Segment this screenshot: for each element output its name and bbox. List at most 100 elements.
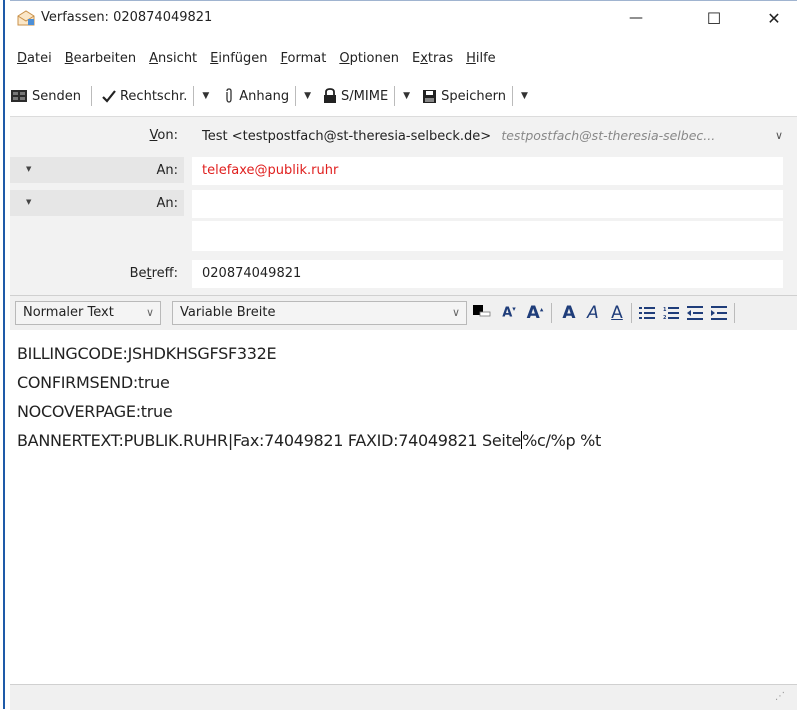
floppy-disk-icon [423,89,437,103]
menu-item[interactable]: Bearbeiten [58,48,142,70]
color-swatch-icon [473,305,491,317]
lock-icon [324,88,337,103]
menu-item[interactable]: Datei [10,48,58,70]
body-line: NOCOVERPAGE:true [17,402,173,421]
to-field-2[interactable] [192,190,783,218]
save-label: Speichern [441,88,506,104]
italic-icon: A [587,303,599,323]
toolbar-separator [295,86,297,106]
save-button[interactable]: Speichern [418,83,510,109]
attach-label: Anhang [239,88,290,104]
chevron-down-icon: ∨ [145,306,154,319]
numbered-list-icon: 12 [663,307,679,320]
toolbar-separator [193,86,195,106]
to-label-2: An: [156,196,178,211]
address-header-area: Von: Test <testpostfach@st-theresia-selb… [10,116,797,295]
toolbar-separator [394,86,396,106]
subject-value: 020874049821 [202,266,302,281]
window-title: Verfassen: 020874049821 [41,10,213,25]
compose-window: Verfassen: 020874049821 — ☐ ✕ Datei Bearb… [10,0,797,710]
smime-label: S/MIME [341,88,389,104]
resize-grip-icon[interactable]: ⋰ [775,691,785,702]
menu-item[interactable]: Optionen [332,48,405,70]
numbered-list-button[interactable]: 12 [661,302,681,324]
status-bar: ⋰ [10,684,797,710]
from-value: Test <testpostfach@st-theresia-selbeck.d… [202,129,492,144]
spellcheck-label: Rechtschr. [119,88,188,104]
smime-dropdown-icon[interactable]: ▼ [397,91,416,101]
bold-button[interactable]: A [559,302,579,324]
underline-icon: A [611,303,623,323]
bold-icon: A [562,303,576,323]
attach-button[interactable]: Anhang [219,83,293,109]
attach-dropdown-icon[interactable]: ▼ [298,91,317,101]
font-smaller-icon: A▾ [502,305,516,321]
format-separator [631,303,632,323]
italic-button[interactable]: A [583,302,603,324]
empty-recipient-field[interactable] [192,221,783,251]
compose-envelope-icon [17,10,35,26]
chevron-down-icon: ∨ [451,306,460,319]
spellcheck-button[interactable]: Rechtschr. [98,83,191,109]
spellcheck-dropdown-icon[interactable]: ▼ [196,91,215,101]
desktop-edge [0,0,8,709]
menu-item[interactable]: Format [274,48,333,70]
close-button[interactable]: ✕ [751,3,797,33]
toolbar-separator [90,86,92,106]
send-button[interactable]: Senden [10,83,85,109]
smime-button[interactable]: S/MIME [319,83,392,109]
indent-button[interactable] [709,302,729,324]
subject-row: Betreff: 020874049821 [10,260,797,288]
svg-text:1: 1 [663,307,667,313]
font-smaller-button[interactable]: A▾ [498,302,520,324]
send-label: Senden [32,88,81,104]
from-label: Von: [149,128,178,143]
save-dropdown-icon[interactable]: ▼ [515,91,534,101]
title-bar: Verfassen: 020874049821 — ☐ ✕ [10,0,797,35]
toolbar-separator [511,86,513,106]
to-row: ▼ An: telefaxe@publik.ruhr [10,157,797,185]
format-separator [734,303,735,323]
body-line: BILLINGCODE:JSHDKHSGFSF332E [17,344,277,363]
checkmark-icon [102,90,116,103]
indent-icon [711,306,727,320]
to-label: An: [156,163,178,178]
font-larger-icon: A▴ [526,303,544,323]
svg-text:2: 2 [663,315,667,320]
compose-toolbar: Senden Rechtschr. ▼ Anhang ▼ S/MIME ▼ Sp… [10,83,797,109]
paperclip-icon [226,88,232,103]
chevron-down-icon: ∨ [774,129,783,142]
paragraph-format-select[interactable]: Normaler Text ∨ [15,301,161,325]
maximize-button[interactable]: ☐ [691,3,737,33]
format-toolbar: Normaler Text ∨ Variable Breite ∨ A▾ A▴ … [10,295,797,331]
underline-button[interactable]: A [607,302,627,324]
subject-field[interactable]: 020874049821 [192,260,783,288]
to-row-2: ▼ An: [10,190,797,218]
menu-item[interactable]: Hilfe [459,48,502,70]
outdent-icon [687,306,703,320]
menu-item[interactable]: Extras [405,48,459,70]
body-line: BANNERTEXT:PUBLIK.RUHR|Fax:74049821 FAXI… [17,431,602,450]
menu-bar: Datei Bearbeiten Ansicht Einfügen Format Opti… [10,48,502,70]
font-family-value: Variable Breite [180,305,276,320]
menu-item[interactable]: Einfügen [203,48,273,70]
from-hint: testpostfach@st-theresia-selbec... [501,128,716,143]
outdent-button[interactable] [685,302,705,324]
bullet-list-icon [639,307,655,319]
minimize-button[interactable]: — [613,3,659,33]
subject-label: Betreff: [129,266,178,281]
format-separator [551,303,552,323]
font-larger-button[interactable]: A▴ [523,302,547,324]
font-family-select[interactable]: Variable Breite ∨ [172,301,467,325]
empty-recipient-row [10,221,797,251]
from-row: Von: Test <testpostfach@st-theresia-selb… [10,122,797,150]
send-icon [11,90,27,102]
message-body-editor[interactable]: BILLINGCODE:JSHDKHSGFSF332E CONFIRMSEND:… [10,330,797,684]
body-line: CONFIRMSEND:true [17,373,170,392]
from-selector[interactable]: Test <testpostfach@st-theresia-selbeck.d… [202,122,783,150]
text-color-button[interactable] [472,302,492,324]
bullet-list-button[interactable] [637,302,657,324]
paragraph-format-value: Normaler Text [23,305,114,320]
menu-item[interactable]: Ansicht [142,48,203,70]
to-field[interactable]: telefaxe@publik.ruhr [192,157,783,185]
